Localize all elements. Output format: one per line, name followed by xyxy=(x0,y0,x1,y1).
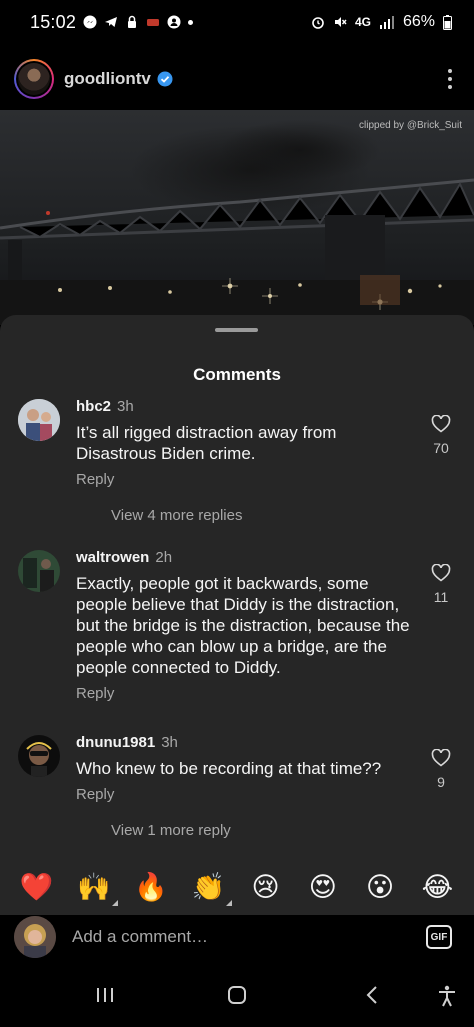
reply-button[interactable]: Reply xyxy=(76,471,421,488)
battery-icon xyxy=(443,14,452,30)
comment-username[interactable]: waltrowen xyxy=(76,549,149,566)
heart-icon[interactable] xyxy=(431,415,451,433)
mute-icon xyxy=(334,17,347,27)
emoji-clap-button[interactable]: 👏 xyxy=(188,871,233,906)
messenger-icon xyxy=(83,15,97,29)
telegram-icon xyxy=(105,17,118,27)
accessibility-icon[interactable] xyxy=(437,985,457,1007)
back-icon[interactable] xyxy=(363,985,383,1005)
battery-percent: 66% xyxy=(402,13,435,30)
comment-like[interactable]: 11 xyxy=(428,564,454,605)
bridge-video-frame xyxy=(0,110,474,325)
like-count: 9 xyxy=(437,774,445,790)
lock-icon xyxy=(128,15,137,28)
comment-text: Exactly, people got it backwards, some p… xyxy=(76,574,410,677)
emoji-fire-button[interactable]: 🔥 xyxy=(131,871,171,903)
comment-username[interactable]: hbc2 xyxy=(76,398,111,415)
comment-input-bar: Add a comment… GIF xyxy=(0,913,474,961)
status-time: 15:02 xyxy=(30,11,77,32)
comment-time: 3h xyxy=(117,398,134,415)
clip-credit: clipped by @Brick_Suit xyxy=(359,120,462,131)
comment-like[interactable]: 9 xyxy=(428,749,454,790)
comment-like[interactable]: 70 xyxy=(428,415,454,456)
alarm-icon xyxy=(312,17,324,29)
notification-dot-icon xyxy=(188,19,194,25)
more-options-icon[interactable] xyxy=(440,66,460,92)
signal-icon xyxy=(379,16,394,29)
like-count: 70 xyxy=(433,440,449,456)
comment-text: Who knew to be recording at that time?? xyxy=(76,759,382,778)
commenter-avatar[interactable] xyxy=(18,550,60,592)
post-video[interactable]: clipped by @Brick_Suit xyxy=(0,110,474,325)
emoji-crying-button[interactable]: 😢 xyxy=(246,872,286,903)
heart-icon[interactable] xyxy=(431,564,451,582)
view-more-replies[interactable]: View 4 more replies xyxy=(111,507,242,524)
recording-icon xyxy=(147,19,160,26)
commenter-avatar[interactable] xyxy=(18,735,60,777)
drag-handle[interactable] xyxy=(215,328,258,332)
comment-input[interactable]: Add a comment… xyxy=(72,927,208,947)
system-nav-bar xyxy=(0,967,474,1027)
emoji-surprised-button[interactable]: 😮 xyxy=(360,872,400,903)
profile-avatar[interactable] xyxy=(14,59,54,99)
reply-button[interactable]: Reply xyxy=(76,685,421,702)
emoji-reaction-bar: ❤️ 🙌 🔥 👏 😢 😍 😮 😂 xyxy=(0,866,474,908)
emoji-raised-hands-button[interactable]: 🙌 xyxy=(74,871,118,906)
account-icon xyxy=(167,15,181,29)
post-header: goodliontv xyxy=(0,54,474,104)
my-avatar xyxy=(14,916,56,958)
comment-username[interactable]: dnunu1981 xyxy=(76,734,155,751)
comment-time: 2h xyxy=(155,549,173,566)
reply-button[interactable]: Reply xyxy=(76,786,421,803)
status-bar: 15:02 4G 66% xyxy=(0,0,474,44)
comments-title: Comments xyxy=(193,365,281,384)
post-username[interactable]: goodliontv xyxy=(64,69,151,89)
view-more-replies[interactable]: View 1 more reply xyxy=(111,822,231,839)
recent-apps-icon[interactable] xyxy=(95,985,115,1005)
comment-text: It’s all rigged distraction away from Di… xyxy=(76,423,337,463)
emoji-laughing-button[interactable]: 😂 xyxy=(417,872,457,903)
network-type: 4G xyxy=(354,15,371,29)
like-count: 11 xyxy=(433,589,449,605)
commenter-avatar[interactable] xyxy=(18,399,60,441)
comment-time: 3h xyxy=(161,734,178,751)
emoji-heart-button[interactable]: ❤️ xyxy=(17,871,57,903)
heart-icon[interactable] xyxy=(431,749,451,767)
emoji-heart-eyes-button[interactable]: 😍 xyxy=(303,872,343,903)
home-icon[interactable] xyxy=(227,985,247,1005)
gif-button[interactable]: GIF xyxy=(426,925,452,949)
comments-sheet: Comments hbc2 3h It’s all rigged distract… xyxy=(0,315,474,915)
verified-badge-icon xyxy=(157,71,173,87)
